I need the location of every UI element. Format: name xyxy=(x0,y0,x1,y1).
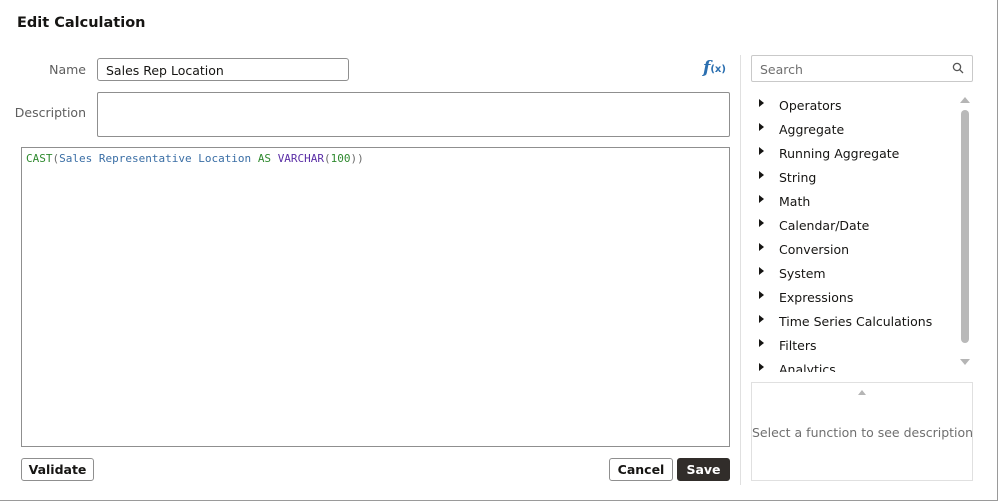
caret-right-icon[interactable] xyxy=(759,291,764,299)
panel-divider xyxy=(740,55,741,485)
caret-right-icon[interactable] xyxy=(759,219,764,227)
token-column: Sales Representative Location xyxy=(59,152,252,165)
tree-item-running-aggregate[interactable]: Running Aggregate xyxy=(751,142,961,166)
collapse-up-icon[interactable] xyxy=(858,390,866,395)
dialog-title: Edit Calculation xyxy=(17,15,146,31)
tree-item-time-series[interactable]: Time Series Calculations xyxy=(751,310,961,334)
cancel-button[interactable]: Cancel xyxy=(609,458,673,481)
scrollbar-thumb[interactable] xyxy=(961,110,969,343)
tree-item-calendar-date[interactable]: Calendar/Date xyxy=(751,214,961,238)
tree-item-analytics[interactable]: Analytics xyxy=(751,358,961,372)
tree-item-system[interactable]: System xyxy=(751,262,961,286)
function-fx-icon[interactable]: f(x) xyxy=(703,58,729,80)
scroll-up-icon[interactable] xyxy=(960,97,970,103)
caret-right-icon[interactable] xyxy=(759,147,764,155)
caret-right-icon[interactable] xyxy=(759,171,764,179)
token-type: VARCHAR xyxy=(277,152,325,165)
token-as: AS xyxy=(257,152,272,165)
caret-right-icon[interactable] xyxy=(759,339,764,347)
token-cast: CAST xyxy=(26,152,53,165)
search-input[interactable]: Search xyxy=(760,62,803,77)
caret-right-icon[interactable] xyxy=(759,315,764,323)
function-description-panel: Select a function to see description xyxy=(751,382,973,481)
scroll-down-icon[interactable] xyxy=(960,359,970,365)
token-close: )) xyxy=(350,152,364,165)
expression-editor[interactable]: CAST ( Sales Representative Location AS VA… xyxy=(21,147,730,447)
caret-right-icon[interactable] xyxy=(759,195,764,203)
function-description-message: Select a function to see description xyxy=(752,425,974,440)
caret-right-icon[interactable] xyxy=(759,123,764,131)
caret-right-icon[interactable] xyxy=(759,267,764,275)
token-type-open: ( xyxy=(324,152,331,165)
token-length: 100 xyxy=(330,152,351,165)
function-category-tree: Operators Aggregate Running Aggregate St… xyxy=(751,94,961,372)
tree-item-expressions[interactable]: Expressions xyxy=(751,286,961,310)
caret-right-icon[interactable] xyxy=(759,243,764,251)
name-label: Name xyxy=(49,62,86,77)
tree-item-aggregate[interactable]: Aggregate xyxy=(751,118,961,142)
tree-item-math[interactable]: Math xyxy=(751,190,961,214)
tree-item-filters[interactable]: Filters xyxy=(751,334,961,358)
description-input[interactable] xyxy=(97,92,730,137)
search-icon[interactable] xyxy=(952,62,964,74)
validate-button[interactable]: Validate xyxy=(21,458,94,481)
caret-right-icon[interactable] xyxy=(759,363,764,371)
name-input[interactable]: Sales Rep Location xyxy=(97,58,349,81)
tree-item-string[interactable]: String xyxy=(751,166,961,190)
description-label: Description xyxy=(14,105,86,120)
caret-right-icon[interactable] xyxy=(759,99,764,107)
tree-item-operators[interactable]: Operators xyxy=(751,94,961,118)
edit-calculation-dialog: Edit Calculation Name Sales Rep Location… xyxy=(0,0,998,501)
save-button[interactable]: Save xyxy=(677,458,730,481)
function-search[interactable]: Search xyxy=(751,55,973,82)
tree-item-conversion[interactable]: Conversion xyxy=(751,238,961,262)
